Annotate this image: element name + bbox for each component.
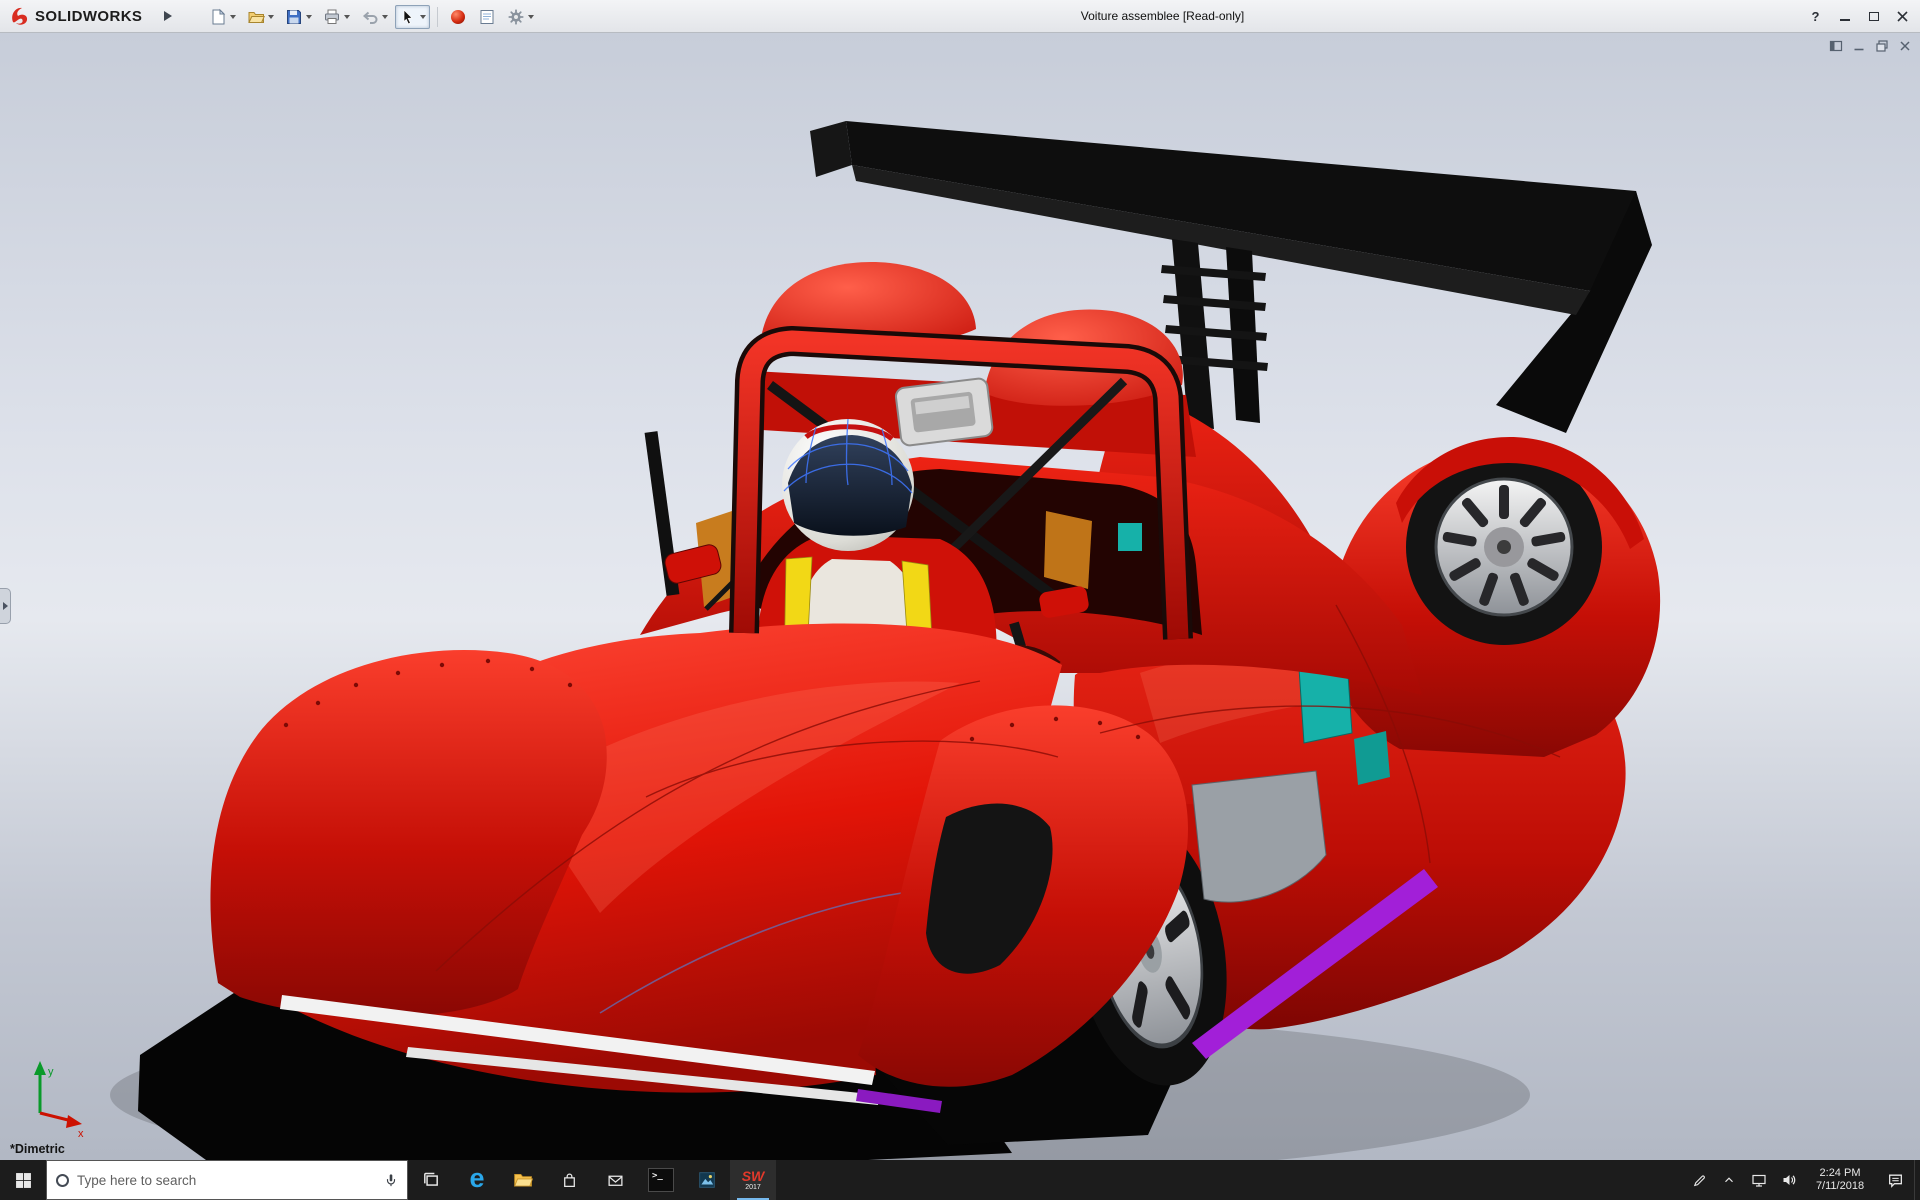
dropdown-caret-icon[interactable] xyxy=(230,15,236,19)
maximize-icon xyxy=(1869,12,1879,21)
windows-ink-button[interactable] xyxy=(1684,1160,1714,1200)
triad-x-label: x xyxy=(78,1128,84,1140)
clock-date: 7/11/2018 xyxy=(1816,1180,1864,1193)
app-brand: SOLIDWORKS xyxy=(8,5,142,27)
chevron-up-icon xyxy=(1722,1173,1736,1187)
document-title: Voiture assemblee [Read-only] xyxy=(520,0,1805,33)
taskbar-search-box[interactable] xyxy=(46,1160,408,1200)
network-status-button[interactable] xyxy=(1744,1160,1774,1200)
store-bag-icon xyxy=(561,1172,578,1189)
solidworks-taskbar-button[interactable]: SW 2017 xyxy=(730,1160,776,1200)
photos-icon xyxy=(698,1171,716,1189)
minimize-button[interactable] xyxy=(1831,5,1858,29)
triad-y-label: y xyxy=(48,1066,54,1078)
file-explorer-icon xyxy=(513,1171,533,1189)
document-window-controls xyxy=(1828,38,1913,54)
child-close-icon xyxy=(1898,39,1912,53)
taskbar-search-input[interactable] xyxy=(77,1173,376,1188)
undo-button[interactable] xyxy=(357,5,392,29)
save-floppy-icon xyxy=(285,8,303,26)
appearances-button[interactable] xyxy=(445,5,471,29)
task-view-icon xyxy=(422,1171,440,1189)
edge-browser-button[interactable]: e xyxy=(454,1160,500,1200)
select-tool-button[interactable] xyxy=(395,5,430,29)
start-button[interactable] xyxy=(0,1160,46,1200)
windows-logo-icon xyxy=(15,1172,32,1189)
child-close-button[interactable] xyxy=(1897,38,1913,54)
car-model-3d-view[interactable]: y x xyxy=(0,33,1920,1160)
view-orientation-label: *Dimetric xyxy=(10,1142,65,1156)
cortana-icon xyxy=(56,1174,69,1187)
clock-time: 2:24 PM xyxy=(1820,1167,1861,1180)
mail-envelope-icon xyxy=(607,1172,624,1189)
expand-arrow-icon xyxy=(3,602,8,610)
volume-button[interactable] xyxy=(1774,1160,1804,1200)
dropdown-caret-icon[interactable] xyxy=(344,15,350,19)
show-desktop-button[interactable] xyxy=(1914,1160,1920,1200)
print-button[interactable] xyxy=(319,5,354,29)
select-cursor-icon xyxy=(399,8,417,26)
appearance-sphere-icon xyxy=(449,8,467,26)
open-button[interactable] xyxy=(243,5,278,29)
new-document-icon xyxy=(209,8,227,26)
solidworks-window: SOLIDWORKS xyxy=(0,0,1920,1200)
undo-arrow-icon xyxy=(361,8,379,26)
window-controls: ? xyxy=(1802,0,1916,33)
graphics-viewport[interactable]: y x xyxy=(0,33,1920,1160)
titlebar: SOLIDWORKS xyxy=(0,0,1920,33)
console-icon: >_ xyxy=(648,1168,674,1192)
maximize-button[interactable] xyxy=(1860,5,1887,29)
task-view-button[interactable] xyxy=(408,1160,454,1200)
dock-pane-icon xyxy=(1829,39,1843,53)
help-button[interactable]: ? xyxy=(1802,5,1829,29)
dassault-systemes-logo-icon xyxy=(8,5,30,27)
speaker-icon xyxy=(1781,1172,1797,1188)
close-button[interactable] xyxy=(1889,5,1916,29)
hidden-icons-button[interactable] xyxy=(1714,1160,1744,1200)
console-button[interactable]: >_ xyxy=(638,1160,684,1200)
save-button[interactable] xyxy=(281,5,316,29)
child-restore-button[interactable] xyxy=(1874,38,1890,54)
microphone-icon[interactable] xyxy=(384,1172,398,1188)
sheet-format-icon xyxy=(478,8,496,26)
print-icon xyxy=(323,8,341,26)
photos-button[interactable] xyxy=(684,1160,730,1200)
sheet-format-button[interactable] xyxy=(474,5,500,29)
action-center-button[interactable] xyxy=(1876,1160,1914,1200)
dropdown-caret-icon[interactable] xyxy=(420,15,426,19)
pen-icon xyxy=(1692,1173,1707,1188)
close-icon xyxy=(1897,11,1908,22)
network-icon xyxy=(1751,1172,1767,1188)
edge-icon: e xyxy=(469,1165,484,1192)
dropdown-caret-icon[interactable] xyxy=(306,15,312,19)
toolbar-separator xyxy=(437,7,438,27)
child-dock-button[interactable] xyxy=(1828,38,1844,54)
file-explorer-button[interactable] xyxy=(500,1160,546,1200)
feature-panel-collapse-tab[interactable] xyxy=(0,588,11,624)
quick-access-toolbar xyxy=(205,0,538,33)
orientation-triad: y x xyxy=(34,1061,84,1140)
windscreen-vent-component[interactable] xyxy=(895,378,993,447)
mail-button[interactable] xyxy=(592,1160,638,1200)
store-button[interactable] xyxy=(546,1160,592,1200)
minimize-icon xyxy=(1840,19,1850,21)
dropdown-caret-icon[interactable] xyxy=(268,15,274,19)
child-restore-icon xyxy=(1875,39,1889,53)
windows-taskbar: e >_ xyxy=(0,1160,1920,1200)
open-folder-icon xyxy=(247,8,265,26)
child-minimize-button[interactable] xyxy=(1851,38,1867,54)
action-center-icon xyxy=(1887,1172,1904,1189)
taskbar-clock[interactable]: 2:24 PM 7/11/2018 xyxy=(1804,1160,1876,1200)
new-document-button[interactable] xyxy=(205,5,240,29)
dropdown-caret-icon[interactable] xyxy=(382,15,388,19)
system-tray: 2:24 PM 7/11/2018 xyxy=(1684,1160,1920,1200)
solidworks-app-icon: SW 2017 xyxy=(742,1169,765,1191)
brand-wordmark: SOLIDWORKS xyxy=(35,8,142,25)
child-minimize-icon xyxy=(1852,39,1866,53)
toolbar-expand-arrow-icon[interactable] xyxy=(164,11,172,21)
